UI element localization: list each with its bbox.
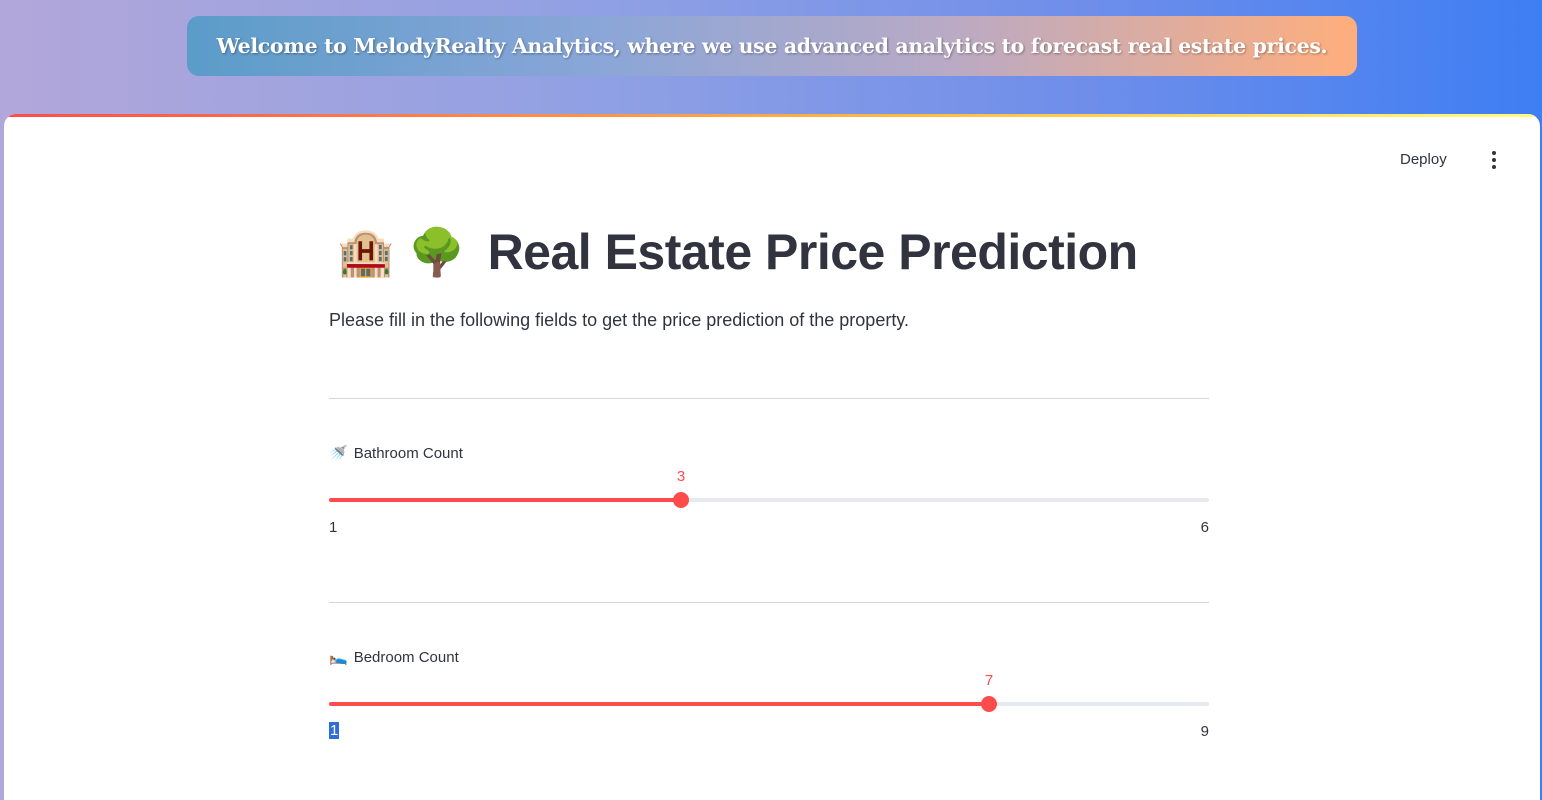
hotel-icon: 🏨 [337,225,395,279]
divider [329,398,1209,399]
divider [329,602,1209,603]
shower-icon: 🚿 [329,445,348,462]
bathroom-slider-value: 3 [676,468,686,485]
deploy-button[interactable]: Deploy [1396,148,1451,172]
bedroom-slider-value: 7 [984,672,994,689]
bathroom-slider-min: 1 [329,519,338,536]
slider-label-text: Bedroom Count [353,648,459,666]
bathroom-slider-track[interactable]: 3 [329,468,1209,508]
main-container: Deploy 🏨 🌳 Real Estate Price Prediction … [4,114,1540,800]
banner-text: Welcome to MelodyRealty Analytics, where… [216,34,1328,58]
slider-fill [329,702,989,706]
tree-icon: 🌳 [408,225,466,279]
header-decoration [4,114,1540,117]
page-subtitle: Please fill in the following fields to g… [329,310,909,330]
slider-fill [329,498,681,502]
bathroom-slider-max: 6 [1200,519,1209,536]
slider-label-text: Bathroom Count [353,444,463,462]
bedroom-slider-min: 1 [329,722,340,739]
bathroom-slider-thumb[interactable] [673,492,689,508]
kebab-menu-icon[interactable] [1484,148,1504,172]
welcome-banner: Welcome to MelodyRealty Analytics, where… [187,16,1357,76]
page-title-row: 🏨 🌳 Real Estate Price Prediction [337,220,1138,284]
page-title: Real Estate Price Prediction [487,224,1139,280]
bathroom-slider-label: 🚿 Bathroom Count [329,444,463,463]
bedroom-slider-label: 🛌 Bedroom Count [329,648,459,667]
bedroom-slider-thumb[interactable] [981,696,997,712]
bedroom-slider-max: 9 [1200,723,1209,740]
bedroom-slider-track[interactable]: 7 [329,672,1209,712]
bed-icon: 🛌 [329,649,348,666]
